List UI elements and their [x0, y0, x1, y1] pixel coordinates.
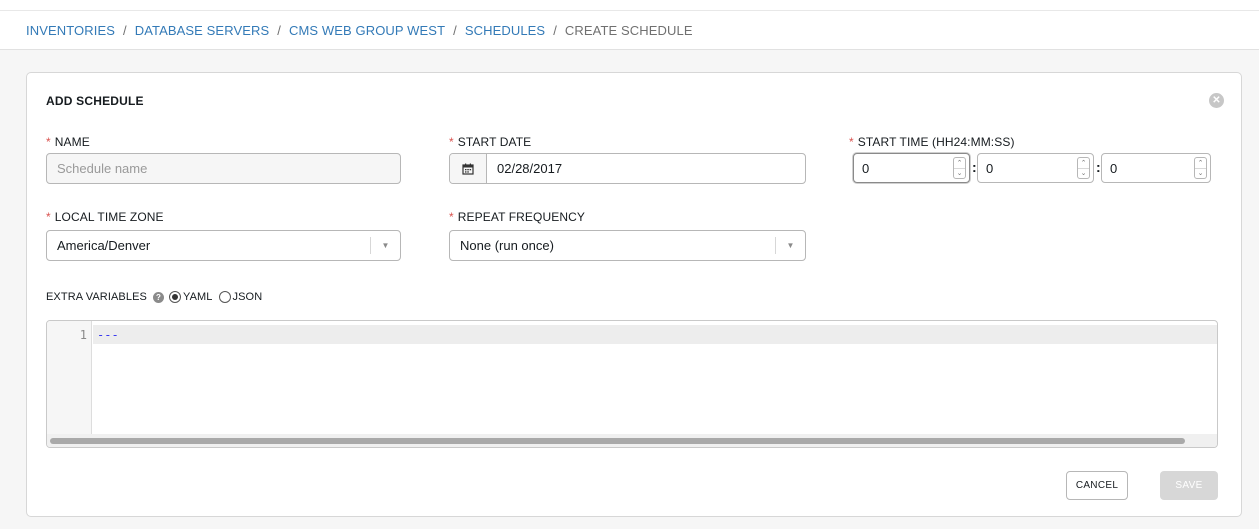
required-marker: *	[46, 210, 51, 224]
json-radio[interactable]	[218, 291, 231, 303]
extra-variables-row: EXTRA VARIABLES ? YAML JSON	[46, 291, 268, 303]
schedule-name-input[interactable]	[46, 153, 401, 184]
save-button[interactable]: SAVE	[1160, 471, 1218, 500]
active-line-highlight	[93, 325, 1217, 344]
start-date-value[interactable]: 02/28/2017	[487, 154, 805, 183]
add-schedule-panel: ADD SCHEDULE ✕ * NAME * START DATE * START …	[26, 72, 1242, 517]
name-label: * NAME	[46, 135, 90, 149]
chevron-down-icon[interactable]: ⌄	[1078, 167, 1089, 179]
start-time-label-text: START TIME (HH24:MM:SS)	[857, 135, 1015, 149]
breadcrumb-schedules[interactable]: SCHEDULES	[465, 23, 545, 38]
caret-down-icon[interactable]: ▼	[370, 237, 400, 254]
hour-stepper-arrows[interactable]: ⌃ ⌄	[953, 157, 966, 179]
time-zone-label: * LOCAL TIME ZONE	[46, 210, 164, 224]
horizontal-scrollbar[interactable]	[47, 434, 1217, 447]
minute-stepper[interactable]: 0 ⌃ ⌄	[977, 153, 1094, 183]
scrollbar-thumb[interactable]	[50, 438, 1185, 444]
time-zone-label-text: LOCAL TIME ZONE	[54, 210, 164, 224]
radio-selected-dot	[171, 294, 178, 300]
chevron-up-icon[interactable]: ⌃	[1195, 158, 1206, 168]
chevron-up-icon[interactable]: ⌃	[1078, 158, 1089, 168]
required-marker: *	[449, 210, 454, 224]
breadcrumb: INVENTORIES / DATABASE SERVERS / CMS WEB…	[0, 10, 1259, 50]
time-separator: :	[972, 159, 977, 175]
required-marker: *	[849, 135, 854, 149]
minute-value[interactable]: 0	[978, 154, 1077, 182]
cancel-button[interactable]: CANCEL	[1066, 471, 1128, 500]
breadcrumb-cms-web-group-west[interactable]: CMS WEB GROUP WEST	[289, 23, 445, 38]
second-stepper[interactable]: 0 ⌃ ⌄	[1101, 153, 1211, 183]
editor-code[interactable]: ---	[97, 328, 119, 342]
panel-title: ADD SCHEDULE	[46, 94, 144, 108]
breadcrumb-separator: /	[123, 22, 127, 38]
chevron-down-icon[interactable]: ⌄	[954, 167, 965, 179]
top-strip	[0, 0, 1259, 10]
question-circle-icon[interactable]: ?	[152, 291, 164, 303]
extra-variables-editor[interactable]: 1 ---	[46, 320, 1218, 448]
second-stepper-arrows[interactable]: ⌃ ⌄	[1194, 157, 1207, 179]
time-zone-select[interactable]: America/Denver ▼	[46, 230, 401, 261]
breadcrumb-separator: /	[453, 22, 457, 38]
breadcrumb-database-servers[interactable]: DATABASE SERVERS	[135, 23, 270, 38]
breadcrumb-inventories[interactable]: INVENTORIES	[26, 23, 115, 38]
hour-stepper[interactable]: 0 ⌃ ⌄	[853, 153, 970, 183]
hour-value[interactable]: 0	[854, 154, 953, 182]
line-number: 1	[79, 328, 87, 342]
close-circle-icon[interactable]: ✕	[1209, 93, 1224, 108]
yaml-radio[interactable]	[168, 291, 181, 303]
start-date-field[interactable]: 02/28/2017	[449, 153, 806, 184]
start-time-label: * START TIME (HH24:MM:SS)	[849, 135, 1015, 149]
breadcrumb-separator: /	[277, 22, 281, 38]
chevron-down-icon[interactable]: ⌄	[1195, 167, 1206, 179]
name-label-text: NAME	[54, 135, 90, 149]
json-radio-label[interactable]: JSON	[233, 291, 263, 303]
extra-variables-label: EXTRA VARIABLES	[46, 291, 147, 303]
breadcrumb-current: CREATE SCHEDULE	[564, 22, 693, 38]
minute-stepper-arrows[interactable]: ⌃ ⌄	[1077, 157, 1090, 179]
time-zone-value[interactable]: America/Denver	[47, 231, 370, 260]
start-date-label-text: START DATE	[457, 135, 532, 149]
time-separator: :	[1096, 159, 1101, 175]
repeat-frequency-label: * REPEAT FREQUENCY	[449, 210, 585, 224]
breadcrumb-separator: /	[553, 22, 557, 38]
caret-down-icon[interactable]: ▼	[775, 237, 805, 254]
repeat-frequency-value[interactable]: None (run once)	[450, 231, 775, 260]
calendar-icon-glyph	[462, 163, 474, 175]
start-date-label: * START DATE	[449, 135, 531, 149]
required-marker: *	[449, 135, 454, 149]
repeat-frequency-select[interactable]: None (run once) ▼	[449, 230, 806, 261]
second-value[interactable]: 0	[1102, 154, 1194, 182]
calendar-icon[interactable]	[450, 154, 487, 183]
editor-gutter: 1	[47, 321, 92, 447]
yaml-radio-label[interactable]: YAML	[183, 291, 213, 303]
repeat-frequency-label-text: REPEAT FREQUENCY	[457, 210, 585, 224]
chevron-up-icon[interactable]: ⌃	[954, 158, 965, 168]
required-marker: *	[46, 135, 51, 149]
